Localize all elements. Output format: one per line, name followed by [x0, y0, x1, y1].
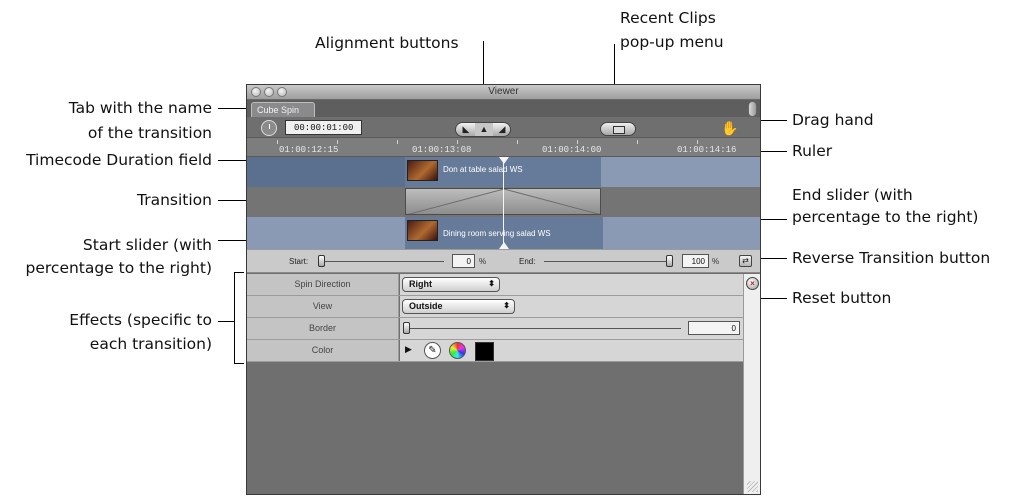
- callout-tab-name-2: of the transition: [87, 124, 212, 142]
- leader-line: [218, 321, 234, 322]
- percent-sign: %: [479, 257, 487, 266]
- border-slider-track[interactable]: [406, 328, 681, 329]
- color-swatch[interactable]: [475, 342, 494, 361]
- popup-arrows-icon: ⬍: [488, 279, 495, 288]
- popup-value: Right: [409, 279, 432, 289]
- callout-alignment-buttons: Alignment buttons: [315, 34, 459, 52]
- ruler-label: 01:00:14:16: [677, 145, 737, 155]
- tab-cube-spin[interactable]: Cube Spin: [251, 102, 315, 117]
- param-value: Outside ⬍: [400, 296, 743, 317]
- callout-start-slider: Start slider (with: [82, 236, 212, 254]
- ruler-tick: [337, 140, 338, 144]
- border-value-field[interactable]: 0: [688, 321, 740, 335]
- callout-ruler: Ruler: [792, 142, 833, 160]
- duration-clock-icon: [261, 120, 277, 136]
- end-slider-track[interactable]: [544, 261, 669, 262]
- param-value: Right ⬍: [400, 274, 743, 295]
- clip-thumbnail: [407, 220, 438, 241]
- param-row-spin-direction: Spin Direction Right ⬍: [247, 274, 743, 296]
- ruler-label: 01:00:12:15: [279, 145, 339, 155]
- end-label: End:: [519, 257, 536, 266]
- control-bar: 00:00:01:00 ◣ ▲ ◢ ✋: [247, 117, 760, 137]
- playhead-top-marker[interactable]: [499, 157, 509, 164]
- callout-recent-clips: Recent Clips: [620, 9, 716, 27]
- ruler-label: 01:00:14:00: [542, 145, 602, 155]
- ruler-tick: [517, 140, 518, 144]
- callout-tab-name: Tab with the name: [68, 99, 212, 117]
- leader-line: [234, 272, 244, 273]
- param-name: Color: [247, 340, 399, 361]
- param-row-border: Border 0: [247, 318, 743, 340]
- start-percentage-field[interactable]: 0: [452, 254, 475, 268]
- end-slider[interactable]: [666, 255, 673, 267]
- callout-end-slider: End slider (with: [792, 186, 913, 204]
- callout-recent-clips-2: pop-up menu: [620, 33, 724, 51]
- leader-line: [234, 272, 235, 364]
- callout-effects-2: each transition): [89, 335, 212, 353]
- popup-arrows-icon: ⬍: [503, 301, 510, 310]
- param-row-color: Color ▶ ✎: [247, 340, 743, 362]
- resize-grip-icon[interactable]: [747, 481, 758, 492]
- callout-transition: Transition: [137, 191, 212, 209]
- align-start-button[interactable]: ◣: [457, 123, 475, 136]
- slider-row: Start: 0 % End: 100 % ⇄: [247, 249, 760, 273]
- drag-hand-icon[interactable]: ✋: [721, 120, 739, 136]
- param-value: 0: [400, 318, 743, 339]
- callout-timecode-duration: Timecode Duration field: [26, 151, 212, 169]
- param-row-view: View Outside ⬍: [247, 296, 743, 318]
- ruler-label: 01:00:13:08: [412, 145, 472, 155]
- window-title: Viewer: [488, 86, 519, 97]
- start-label: Start:: [289, 257, 309, 266]
- reverse-transition-button[interactable]: ⇄: [739, 255, 752, 267]
- clip-b-name: Dining room serving salad WS: [443, 229, 551, 238]
- align-center-button[interactable]: ▲: [475, 123, 493, 136]
- vertical-scrollbar[interactable]: [743, 274, 760, 494]
- ruler-tick: [457, 140, 458, 144]
- callout-end-slider-2: percentage to the right): [792, 208, 979, 226]
- callout-reverse-transition: Reverse Transition button: [792, 249, 991, 267]
- color-wheel-icon[interactable]: [449, 342, 466, 359]
- border-slider[interactable]: [403, 322, 410, 334]
- callout-start-slider-2: percentage to the right): [25, 259, 212, 277]
- align-end-button[interactable]: ◢: [493, 123, 511, 136]
- clip-thumbnail: [407, 160, 438, 181]
- popup-value: Outside: [409, 301, 443, 311]
- param-name: Spin Direction: [247, 274, 399, 295]
- ruler-tick: [277, 140, 278, 144]
- callout-reset-button: Reset button: [792, 289, 892, 307]
- percent-sign: %: [712, 257, 720, 266]
- effects-parameters: Spin Direction Right ⬍ View Outside ⬍ Bo…: [247, 274, 743, 362]
- scroll-knob[interactable]: [748, 101, 757, 117]
- param-name: View: [247, 296, 399, 317]
- film-icon: [613, 126, 625, 134]
- ruler-tick: [577, 140, 578, 144]
- ruler-tick: [637, 140, 638, 144]
- start-slider-track[interactable]: [319, 261, 444, 262]
- clip-gap: [247, 157, 405, 187]
- spin-direction-popup[interactable]: Right ⬍: [402, 277, 500, 292]
- title-bar[interactable]: Viewer: [247, 85, 760, 100]
- recent-clips-popup[interactable]: [600, 122, 636, 136]
- clip-a-name: Don at table salad WS: [443, 165, 523, 174]
- ruler[interactable]: 01:00:12:15 01:00:13:08 01:00:14:00 01:0…: [247, 137, 760, 157]
- tab-strip: Cube Spin: [247, 100, 760, 117]
- ruler-tick: [397, 140, 398, 144]
- playhead-bottom-marker[interactable]: [499, 242, 509, 249]
- alignment-buttons: ◣ ▲ ◢: [455, 122, 511, 137]
- callout-drag-hand: Drag hand: [792, 111, 874, 129]
- view-popup[interactable]: Outside ⬍: [402, 299, 515, 314]
- end-percentage-field[interactable]: 100: [682, 254, 709, 268]
- leader-line: [234, 363, 244, 364]
- timecode-duration-field[interactable]: 00:00:01:00: [285, 120, 362, 135]
- param-value: ▶ ✎: [400, 340, 743, 361]
- playhead[interactable]: [503, 157, 504, 249]
- eyedropper-icon[interactable]: ✎: [424, 342, 441, 359]
- reset-button[interactable]: ×: [746, 277, 759, 290]
- disclosure-triangle-icon[interactable]: ▶: [405, 344, 412, 355]
- callout-effects: Effects (specific to: [69, 311, 212, 329]
- ruler-tick: [697, 140, 698, 144]
- param-name: Border: [247, 318, 399, 339]
- start-slider[interactable]: [318, 255, 325, 267]
- viewer-window: Viewer Cube Spin 00:00:01:00 ◣ ▲ ◢ ✋ 01:…: [246, 84, 761, 495]
